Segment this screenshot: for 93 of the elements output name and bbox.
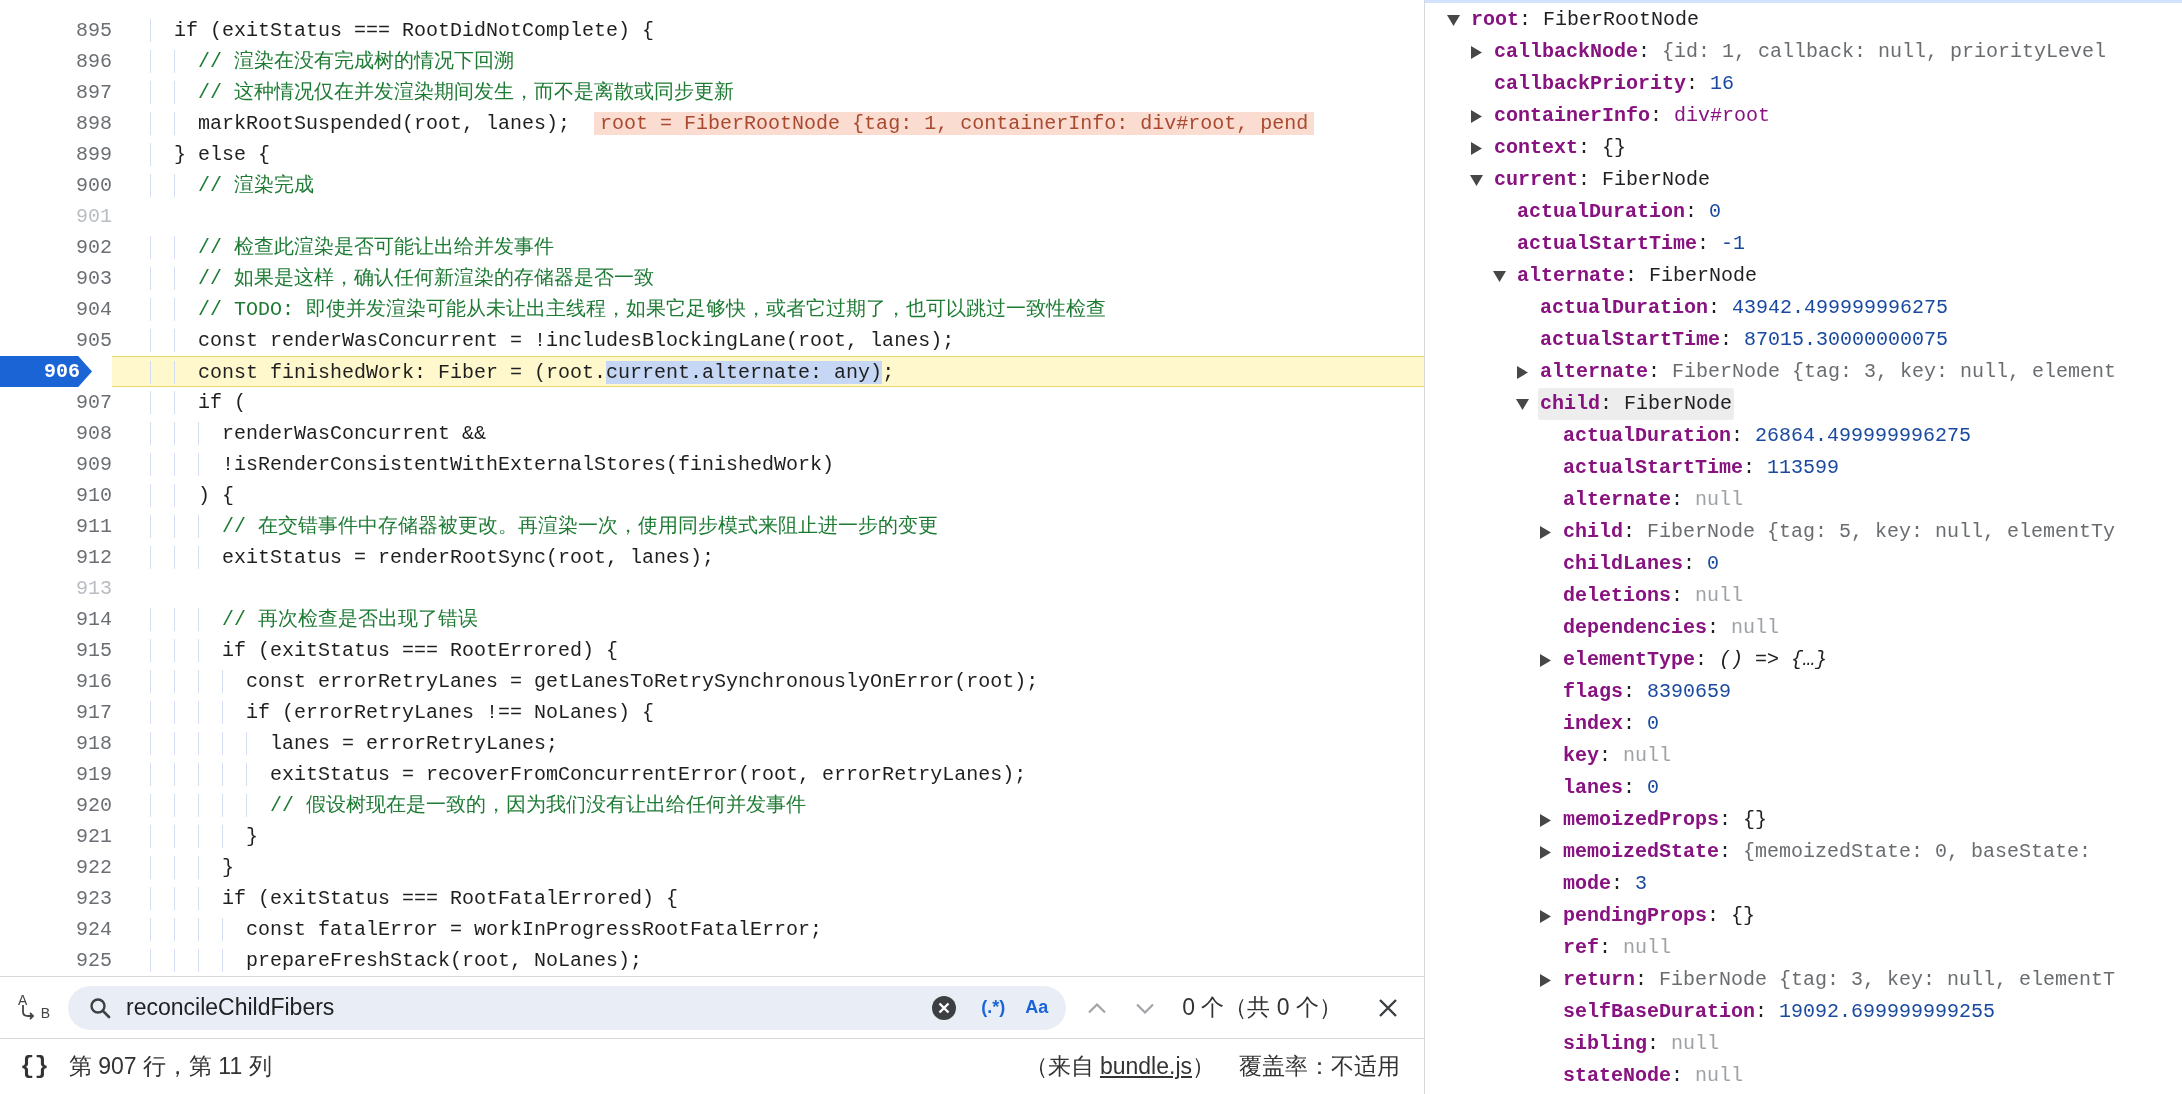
expand-arrow-icon[interactable] <box>1539 973 1552 987</box>
line-number[interactable]: 918 <box>76 728 112 759</box>
property-entry[interactable]: deletions: null <box>1561 580 1746 612</box>
line-number[interactable]: 895 <box>76 15 112 46</box>
chevron-up-icon <box>1088 1002 1107 1014</box>
chevron-down-icon <box>1136 1002 1155 1014</box>
line-number[interactable]: 899 <box>76 139 112 170</box>
property-entry[interactable]: mode: 3 <box>1561 868 1650 900</box>
clear-icon <box>931 994 958 1021</box>
match-count: 0 个（共 0 个） <box>1182 993 1342 1023</box>
property-entry[interactable]: actualStartTime: 113599 <box>1561 452 1842 484</box>
property-entry[interactable]: index: 0 <box>1561 708 1662 740</box>
match-case-button[interactable]: Aa <box>1021 994 1053 1021</box>
property-entry[interactable]: actualDuration: 26864.499999996275 <box>1561 420 1974 452</box>
property-entry[interactable]: selfBaseDuration: 19092.699999999255 <box>1561 996 1998 1028</box>
line-number[interactable]: 908 <box>76 418 112 449</box>
property-entry[interactable]: alternate: FiberNode {tag: 3, key: null, element <box>1538 356 2119 388</box>
line-number[interactable]: 898 <box>76 108 112 139</box>
expand-arrow-icon[interactable] <box>1470 109 1483 123</box>
line-number[interactable]: 900 <box>76 170 112 201</box>
property-entry[interactable]: flags: 8390659 <box>1561 676 1734 708</box>
expand-arrow-icon[interactable] <box>1539 813 1552 827</box>
property-entry[interactable]: actualDuration: 0 <box>1515 196 1724 228</box>
line-number[interactable]: 911 <box>76 511 112 542</box>
property-entry[interactable]: child: FiberNode <box>1538 388 1735 420</box>
property-entry[interactable]: child: FiberNode {tag: 5, key: null, elementTy <box>1561 516 2118 548</box>
collapse-arrow-icon[interactable] <box>1447 13 1460 27</box>
line-number[interactable]: 897 <box>76 77 112 108</box>
line-number[interactable]: 914 <box>76 604 112 635</box>
line-number[interactable]: 920 <box>76 790 112 821</box>
property-entry[interactable]: elementType: () => {…} <box>1561 644 1830 676</box>
line-number[interactable]: 896 <box>76 46 112 77</box>
property-entry[interactable]: childLanes: 0 <box>1561 548 1722 580</box>
property-entry[interactable]: callbackPriority: 16 <box>1492 68 1737 100</box>
cursor-position: 第 907 行，第 11 列 <box>68 1052 272 1082</box>
property-entry[interactable]: return: FiberNode {tag: 3, key: null, elementT <box>1561 964 2118 996</box>
source-info: （来自 bundle.js） <box>1024 1052 1215 1082</box>
line-number[interactable]: 905 <box>76 325 112 356</box>
source-link[interactable]: bundle.js <box>1099 1053 1192 1080</box>
expand-arrow-icon[interactable] <box>1516 365 1529 379</box>
line-number[interactable]: 917 <box>76 697 112 728</box>
line-number[interactable]: 915 <box>76 635 112 666</box>
property-entry[interactable]: memoizedProps: {} <box>1561 804 1770 836</box>
line-number[interactable]: 902 <box>76 232 112 263</box>
inline-value: root = FiberRootNode {tag: 1, containerInfo: div#root, pend <box>594 112 1315 135</box>
curved-arrow-icon <box>20 1003 36 1020</box>
line-number[interactable]: 903 <box>76 263 112 294</box>
coverage-status: 覆盖率：不适用 <box>1239 1052 1400 1082</box>
regex-toggle-button[interactable]: (.*) <box>977 994 1010 1021</box>
line-number[interactable]: 904 <box>76 294 112 325</box>
search-field[interactable]: reconcileChildFibers (.*) Aa <box>68 985 1067 1030</box>
property-entry[interactable]: dependencies: null <box>1561 612 1782 644</box>
property-entry[interactable]: containerInfo: div#root <box>1492 100 1773 132</box>
line-number[interactable]: 925 <box>76 945 112 976</box>
line-number[interactable]: 909 <box>76 449 112 480</box>
property-entry[interactable]: current: FiberNode <box>1492 164 1713 196</box>
paused-line-number[interactable]: 906 <box>0 356 92 387</box>
property-entry[interactable]: memoizedState: {memoizedState: 0, baseState: <box>1561 836 2094 868</box>
pretty-print-button[interactable]: {} <box>16 1048 53 1085</box>
expand-arrow-icon[interactable] <box>1470 141 1483 155</box>
property-entry[interactable]: actualStartTime: -1 <box>1515 228 1748 260</box>
line-number[interactable]: 919 <box>76 759 112 790</box>
expand-arrow-icon[interactable] <box>1539 653 1552 667</box>
collapse-arrow-icon[interactable] <box>1516 397 1529 411</box>
expand-arrow-icon[interactable] <box>1539 525 1552 539</box>
property-entry[interactable]: pendingProps: {} <box>1561 900 1758 932</box>
property-entry[interactable]: root: FiberRootNode <box>1469 4 1702 36</box>
expand-arrow-icon[interactable] <box>1470 45 1483 59</box>
property-entry[interactable]: alternate: null <box>1561 484 1746 516</box>
expand-arrow-icon[interactable] <box>1539 909 1552 923</box>
property-entry[interactable]: key: null <box>1561 740 1674 772</box>
line-number[interactable]: 907 <box>76 387 112 418</box>
property-entry[interactable]: actualStartTime: 87015.30000000075 <box>1538 324 1951 356</box>
property-entry[interactable]: alternate: FiberNode <box>1515 260 1760 292</box>
property-entry[interactable]: actualDuration: 43942.499999996275 <box>1538 292 1951 324</box>
line-number[interactable]: 916 <box>76 666 112 697</box>
collapse-arrow-icon[interactable] <box>1493 269 1506 283</box>
property-entry[interactable]: sibling: null <box>1561 1028 1722 1060</box>
collapse-arrow-icon[interactable] <box>1470 173 1483 187</box>
line-number[interactable]: 910 <box>76 480 112 511</box>
property-entry[interactable]: ref: null <box>1561 932 1674 964</box>
property-entry[interactable]: context: {} <box>1492 132 1629 164</box>
line-number[interactable]: 921 <box>76 821 112 852</box>
search-icon <box>88 995 112 1020</box>
line-number[interactable]: 912 <box>76 542 112 573</box>
replace-toggle-button[interactable]: A B <box>14 987 54 1028</box>
line-number[interactable]: 922 <box>76 852 112 883</box>
line-number[interactable]: 924 <box>76 914 112 945</box>
property-entry[interactable]: lanes: 0 <box>1561 772 1662 804</box>
property-entry[interactable]: stateNode: null <box>1561 1060 1746 1092</box>
property-entry[interactable]: callbackNode: {id: 1, callback: null, priorityLevel <box>1492 36 2109 68</box>
line-number[interactable]: 923 <box>76 883 112 914</box>
expand-arrow-icon[interactable] <box>1539 845 1552 859</box>
